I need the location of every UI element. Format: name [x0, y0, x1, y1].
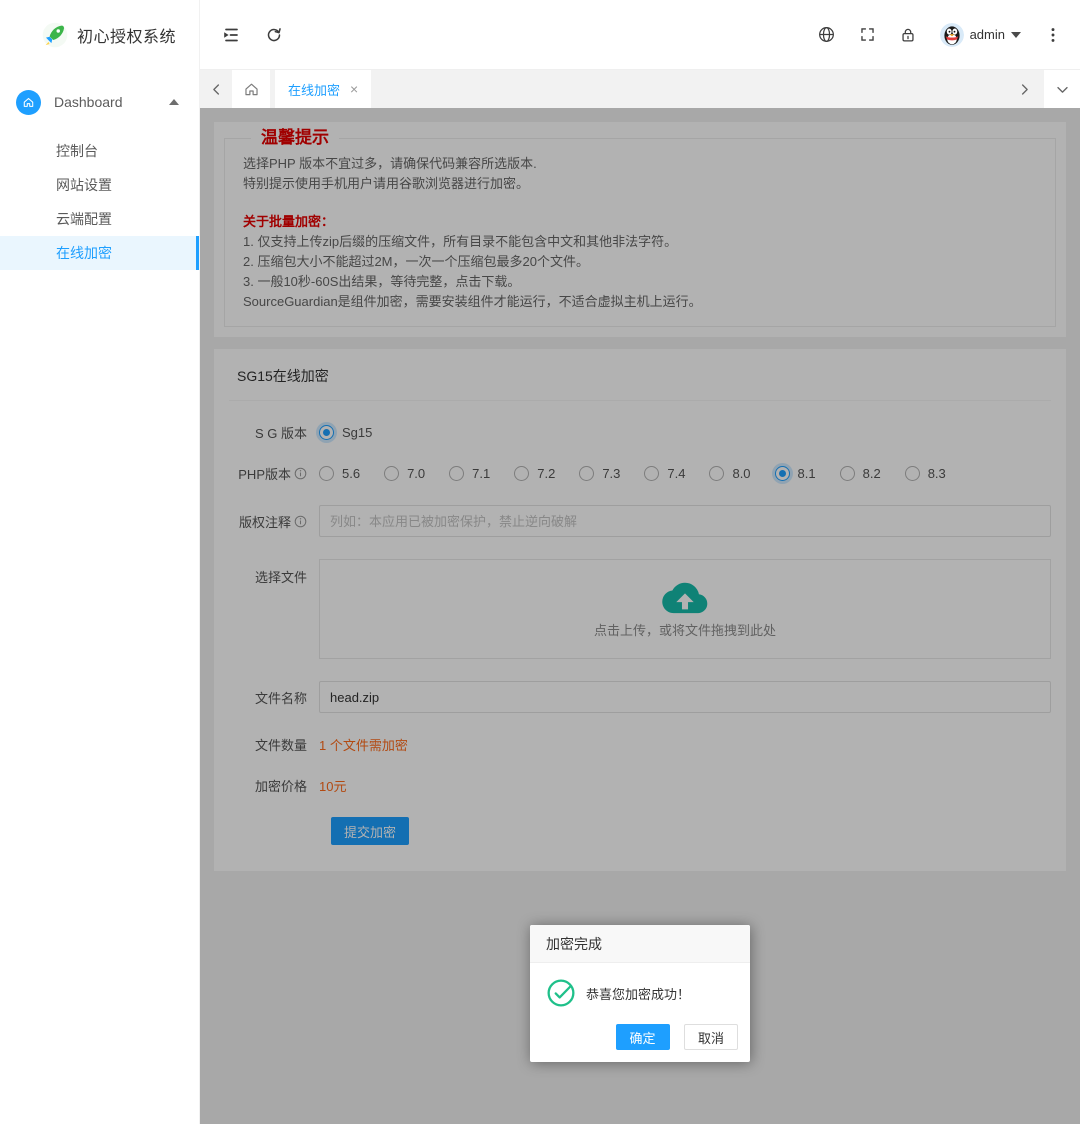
sidebar: 初心授权系统 Dashboard 控制台 网站设置 云端配置 在线加密 — [0, 0, 200, 1124]
more-options-icon[interactable] — [1044, 26, 1062, 44]
topbar: admin — [200, 0, 1080, 70]
caret-up-icon — [169, 99, 179, 105]
confirm-button[interactable]: 确定 — [616, 1024, 670, 1050]
sidebar-item-console[interactable]: 控制台 — [0, 134, 199, 168]
rocket-logo-icon — [42, 22, 68, 48]
sidebar-group-dashboard[interactable]: Dashboard — [0, 78, 199, 126]
caret-down-icon — [1011, 32, 1021, 38]
app-logo: 初心授权系统 — [0, 0, 199, 70]
tabs-scroll-left-icon[interactable] — [200, 70, 232, 108]
user-menu[interactable]: admin — [940, 23, 1021, 47]
dialog-title: 加密完成 — [530, 925, 750, 963]
dialog-message: 恭喜您加密成功！ — [586, 984, 690, 1003]
app-title: 初心授权系统 — [77, 23, 176, 47]
collapse-sidebar-icon[interactable] — [221, 25, 241, 45]
success-check-icon — [546, 978, 576, 1008]
home-circle-icon — [16, 90, 41, 115]
lock-screen-icon[interactable] — [899, 26, 917, 44]
sidebar-item-cloud-config[interactable]: 云端配置 — [0, 202, 199, 236]
refresh-icon[interactable] — [265, 26, 283, 44]
dialog-body: 恭喜您加密成功！ — [530, 963, 750, 1013]
sidebar-item-online-encrypt[interactable]: 在线加密 — [0, 236, 199, 270]
cancel-button[interactable]: 取消 — [684, 1024, 738, 1050]
dialog-footer: 确定 取消 — [530, 1013, 750, 1062]
tab-online-encrypt[interactable]: 在线加密 × — [275, 70, 371, 108]
tabbar: 在线加密 × — [200, 70, 1080, 108]
tab-home[interactable] — [232, 70, 270, 108]
sidebar-group-label: Dashboard — [54, 94, 169, 110]
language-globe-icon[interactable] — [817, 25, 836, 44]
tab-actions-dropdown-icon[interactable] — [1044, 70, 1080, 108]
sidebar-item-website-settings[interactable]: 网站设置 — [0, 168, 199, 202]
tabs-scroll-right-icon[interactable] — [1008, 70, 1040, 108]
encrypt-complete-dialog: 加密完成 恭喜您加密成功！ 确定 取消 — [530, 925, 750, 1062]
fullscreen-icon[interactable] — [859, 26, 876, 43]
avatar — [940, 23, 964, 47]
sidebar-submenu: 控制台 网站设置 云端配置 在线加密 — [0, 134, 199, 270]
tab-label: 在线加密 — [288, 80, 340, 99]
username: admin — [970, 27, 1005, 42]
tab-close-icon[interactable]: × — [350, 82, 358, 96]
